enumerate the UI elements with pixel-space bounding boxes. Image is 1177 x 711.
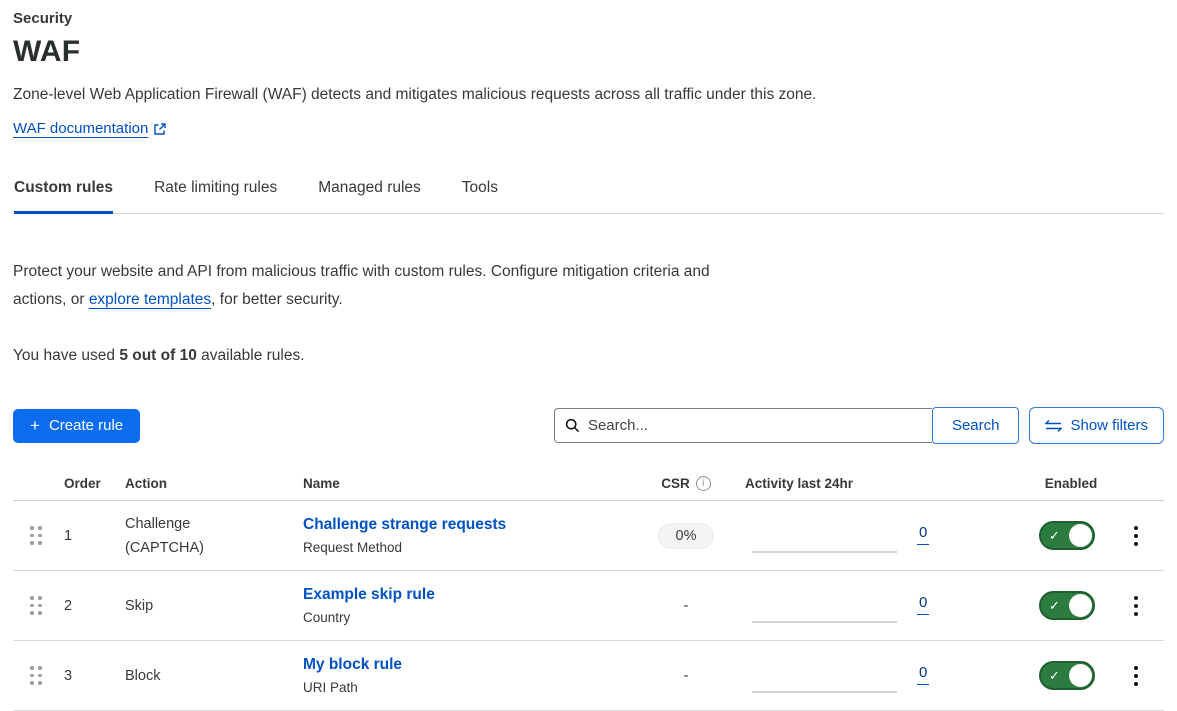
swap-arrows-icon — [1045, 419, 1062, 433]
toggle-knob — [1069, 524, 1092, 547]
page-title: WAF — [13, 35, 1164, 69]
create-rule-button[interactable]: + Create rule — [13, 409, 140, 443]
drag-handle-icon[interactable] — [30, 666, 42, 685]
rule-field: URI Path — [303, 680, 627, 695]
tab-managed-rules[interactable]: Managed rules — [318, 171, 421, 214]
activity-sparkline — [752, 519, 897, 553]
toggle-knob — [1069, 594, 1092, 617]
rule-name-link[interactable]: Example skip rule — [303, 586, 435, 604]
csr-value: - — [684, 598, 689, 614]
enabled-toggle[interactable]: ✓ — [1039, 591, 1095, 620]
usage-suffix: available rules. — [197, 347, 305, 364]
csr-badge: 0% — [658, 523, 715, 549]
csr-cell: 0% — [627, 523, 737, 549]
kebab-menu-icon[interactable] — [1126, 660, 1146, 692]
activity-cell: 0 — [737, 659, 1027, 693]
enabled-cell: ✓ — [1027, 591, 1107, 620]
intro-text-after: , for better security. — [211, 291, 343, 308]
rule-field: Country — [303, 610, 627, 625]
table-header-row: Order Action Name CSR i Activity last 24… — [13, 470, 1164, 501]
activity-count-link[interactable]: 0 — [917, 524, 929, 545]
column-header-action: Action — [117, 476, 295, 491]
enabled-toggle[interactable]: ✓ — [1039, 661, 1095, 690]
waf-documentation-link[interactable]: WAF documentation — [13, 120, 148, 137]
kebab-menu-icon[interactable] — [1126, 590, 1146, 622]
table-row: 1 Challenge (CAPTCHA) Challenge strange … — [13, 501, 1164, 571]
column-header-activity: Activity last 24hr — [737, 476, 1027, 491]
search-input[interactable] — [588, 417, 922, 434]
check-icon: ✓ — [1049, 529, 1060, 542]
page-description: Zone-level Web Application Firewall (WAF… — [13, 86, 1164, 104]
csr-value: - — [684, 668, 689, 684]
activity-count-link[interactable]: 0 — [917, 664, 929, 685]
column-header-csr: CSR i — [627, 476, 737, 491]
explore-templates-link[interactable]: explore templates — [89, 291, 211, 308]
rule-order: 3 — [56, 668, 117, 684]
rule-name-cell: My block rule URI Path — [295, 656, 627, 695]
table-row: 3 Block My block rule URI Path - 0 ✓ — [13, 641, 1164, 711]
rule-name-cell: Challenge strange requests Request Metho… — [295, 516, 627, 555]
usage-summary: You have used 5 out of 10 available rule… — [13, 347, 1164, 365]
enabled-cell: ✓ — [1027, 661, 1107, 690]
tab-rate-limiting-rules[interactable]: Rate limiting rules — [154, 171, 277, 214]
search-icon — [565, 418, 580, 433]
csr-cell: - — [627, 598, 737, 614]
activity-sparkline — [752, 589, 897, 623]
check-icon: ✓ — [1049, 599, 1060, 612]
create-rule-label: Create rule — [49, 417, 123, 434]
tab-tools[interactable]: Tools — [462, 171, 498, 214]
activity-cell: 0 — [737, 589, 1027, 623]
rule-order: 2 — [56, 598, 117, 614]
custom-rules-table: Order Action Name CSR i Activity last 24… — [13, 470, 1164, 711]
rule-name-link[interactable]: Challenge strange requests — [303, 516, 506, 534]
table-row: 2 Skip Example skip rule Country - 0 ✓ — [13, 571, 1164, 641]
csr-cell: - — [627, 668, 737, 684]
enabled-cell: ✓ — [1027, 521, 1107, 550]
waf-page: Security WAF Zone-level Web Application … — [0, 0, 1177, 711]
usage-count: 5 out of 10 — [119, 347, 197, 364]
column-header-enabled: Enabled — [1027, 476, 1107, 491]
rule-name-cell: Example skip rule Country — [295, 586, 627, 625]
search-button[interactable]: Search — [932, 407, 1020, 444]
activity-count-link[interactable]: 0 — [917, 594, 929, 615]
rule-action: Skip — [117, 594, 235, 618]
rule-field: Request Method — [303, 540, 627, 555]
activity-cell: 0 — [737, 519, 1027, 553]
column-header-order: Order — [56, 476, 117, 491]
rule-order: 1 — [56, 528, 117, 544]
show-filters-button[interactable]: Show filters — [1029, 407, 1164, 444]
drag-handle-icon[interactable] — [30, 596, 42, 615]
kebab-menu-icon[interactable] — [1126, 520, 1146, 552]
activity-sparkline — [752, 659, 897, 693]
external-link-icon — [153, 122, 167, 136]
rule-action: Challenge (CAPTCHA) — [117, 512, 235, 560]
rule-action: Block — [117, 664, 235, 688]
drag-handle-icon[interactable] — [30, 526, 42, 545]
tab-custom-rules[interactable]: Custom rules — [14, 171, 113, 214]
toggle-knob — [1069, 664, 1092, 687]
column-header-name: Name — [295, 476, 627, 491]
info-icon[interactable]: i — [696, 476, 711, 491]
plus-icon: + — [30, 417, 40, 434]
breadcrumb: Security — [13, 10, 1164, 27]
enabled-toggle[interactable]: ✓ — [1039, 521, 1095, 550]
rule-name-link[interactable]: My block rule — [303, 656, 402, 674]
search-box — [554, 408, 932, 443]
usage-prefix: You have used — [13, 347, 119, 364]
tab-bar: Custom rules Rate limiting rules Managed… — [13, 171, 1164, 214]
check-icon: ✓ — [1049, 669, 1060, 682]
rules-toolbar: + Create rule Search — [13, 407, 1164, 444]
intro-paragraph: Protect your website and API from malici… — [13, 258, 748, 314]
show-filters-label: Show filters — [1070, 417, 1148, 434]
